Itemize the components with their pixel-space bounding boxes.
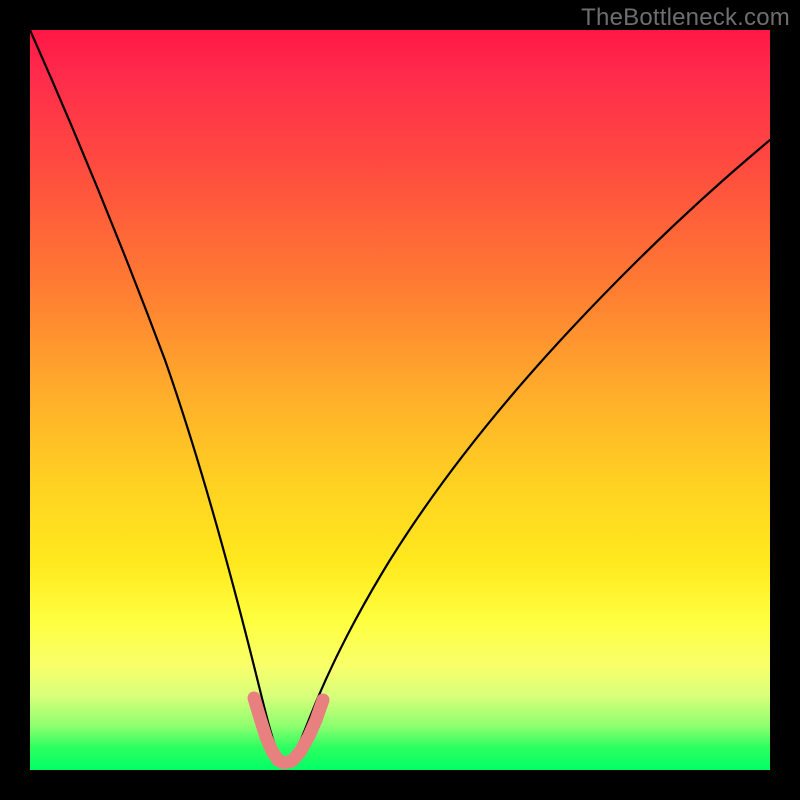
plot-area bbox=[30, 30, 770, 770]
curve-line bbox=[30, 30, 770, 765]
chart-svg bbox=[30, 30, 770, 770]
figure-container: TheBottleneck.com bbox=[0, 0, 800, 800]
watermark-text: TheBottleneck.com bbox=[581, 4, 790, 32]
